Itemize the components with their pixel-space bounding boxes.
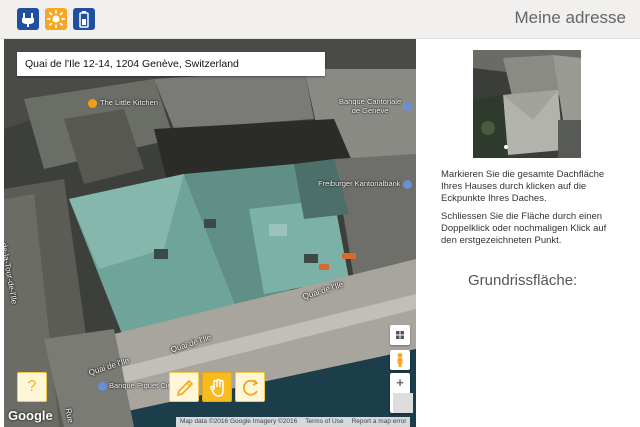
pegman-icon [397, 353, 403, 367]
bank-icon [98, 381, 107, 391]
address-field[interactable]: Quai de l'Ile 12-14, 1204 Genève, Switze… [17, 52, 325, 76]
sun-icon[interactable] [45, 8, 67, 30]
hand-icon [210, 378, 224, 397]
grundriss-label: Grundrissfläche: [468, 272, 578, 289]
grid-icon [396, 331, 404, 339]
zoom-in-button[interactable]: + [390, 373, 410, 393]
attribution-data: Map data ©2016 Google Imagery ©2016 [176, 417, 302, 427]
page-title: Meine adresse [514, 8, 626, 27]
map-attribution: Map data ©2016 Google Imagery ©2016 Term… [176, 417, 411, 427]
poi-banque-piguet[interactable]: Banque Piguet Cie [96, 381, 172, 391]
satellite-map[interactable]: Quai de l'Ile 12-14, 1204 Genève, Switze… [4, 39, 416, 427]
poi-freiburger-kantonalbank[interactable]: Freiburger Kantonalbank [318, 179, 412, 189]
zoom-control: + − [390, 373, 413, 413]
undo-icon [242, 379, 259, 396]
roof-preview-image [473, 50, 581, 158]
poi-banque-cantonale[interactable]: Banque Cantonale de Genève [339, 97, 401, 115]
draw-tool-button[interactable] [169, 372, 199, 402]
report-link[interactable]: Report a map error [347, 417, 411, 427]
street-view-button[interactable] [390, 350, 410, 370]
bank-icon [402, 179, 412, 189]
help-button[interactable]: ? [17, 372, 47, 402]
instruction-mark-roof: Markieren Sie die gesamte Dachfläche Ihr… [441, 169, 605, 204]
plug-icon[interactable] [17, 8, 39, 30]
pan-tool-button[interactable] [202, 372, 232, 402]
terms-link[interactable]: Terms of Use [301, 417, 348, 427]
battery-icon[interactable] [73, 8, 95, 30]
poi-little-kitchen[interactable]: The Little Kitchen [86, 98, 158, 108]
google-logo: Google [8, 408, 53, 423]
undo-button[interactable] [235, 372, 265, 402]
bank-icon [403, 102, 412, 111]
top-bar: Meine adresse [0, 0, 640, 39]
instruction-close-area: Schliessen Sie die Fläche durch einen Do… [441, 211, 607, 246]
pencil-icon [176, 379, 194, 397]
restaurant-icon [88, 98, 97, 108]
map-type-button[interactable] [390, 325, 410, 345]
zoom-divider [393, 393, 413, 413]
